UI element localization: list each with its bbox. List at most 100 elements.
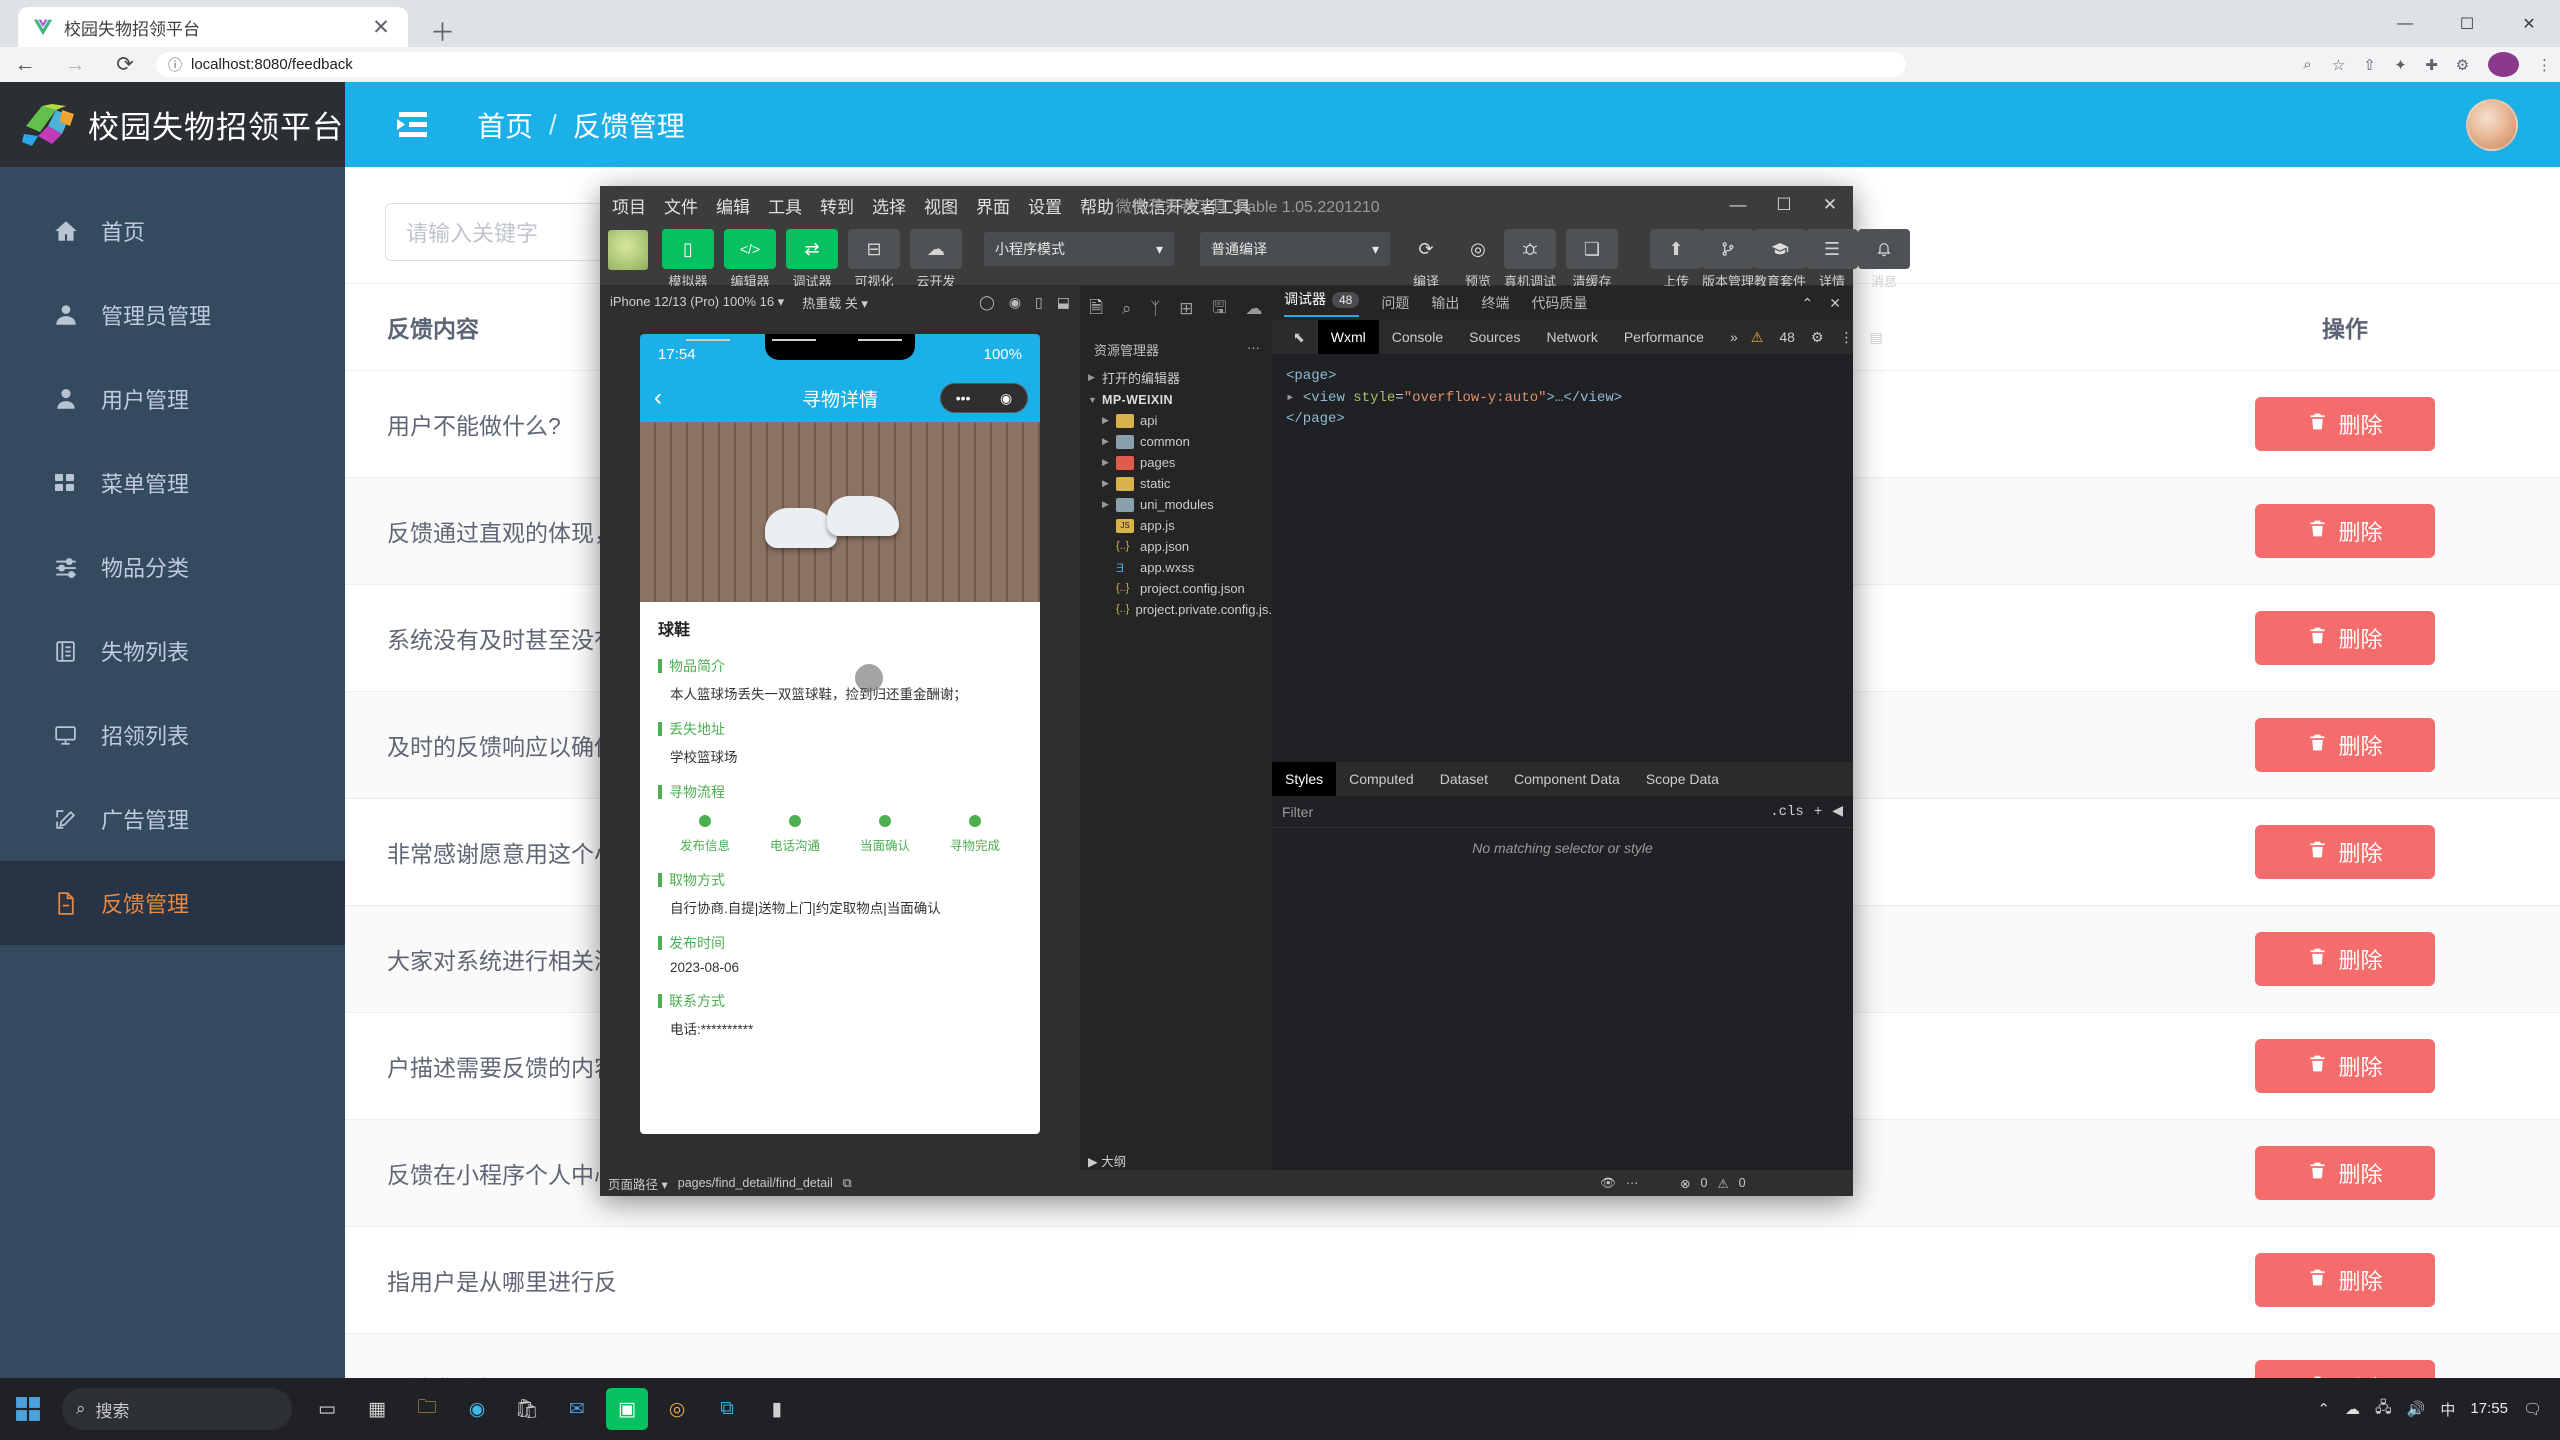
menu-project[interactable]: 项目 (612, 193, 646, 218)
mail-icon[interactable]: ✉ (556, 1388, 598, 1430)
tree-item-pages[interactable]: ▶ pages (1080, 452, 1272, 473)
delete-button[interactable]: 删除 (2255, 1146, 2435, 1200)
tab-performance[interactable]: Performance (1611, 320, 1717, 354)
action-real-device-debug[interactable]: 真机调试 (1504, 229, 1556, 290)
dock-icon[interactable]: ▤ (1869, 329, 1882, 346)
source-control-icon[interactable]: ᛉ (1150, 299, 1160, 319)
tab-dataset[interactable]: Dataset (1427, 762, 1501, 796)
forward-icon[interactable]: → (50, 53, 100, 77)
action-version-control[interactable]: 版本管理 (1702, 229, 1754, 290)
taskbar-search[interactable]: ⌕ 搜索 (62, 1388, 292, 1430)
search-icon[interactable]: ⌕ (1122, 299, 1132, 319)
delete-button[interactable]: 删除 (2255, 504, 2435, 558)
translate-icon[interactable]: ✦ (2385, 56, 2416, 74)
panel-toggle-icon[interactable]: ◀ (1832, 803, 1843, 820)
tree-item-project-config[interactable]: {..} project.config.json (1080, 578, 1272, 599)
tab-console[interactable]: Console (1379, 320, 1456, 354)
tab-component-data[interactable]: Component Data (1501, 762, 1633, 796)
wxml-code-view[interactable]: <page> ▸ <view style="overflow-y:auto">…… (1272, 354, 1853, 443)
error-icon[interactable]: ⊗ (1680, 1176, 1690, 1191)
record-icon[interactable]: ◉ (1009, 294, 1021, 311)
explorer-icon[interactable]: 🗀 (406, 1388, 448, 1430)
start-button[interactable] (0, 1396, 56, 1422)
devtools-tool-debugger[interactable]: ⇄ 调试器 (786, 229, 838, 290)
zoom-icon[interactable]: ⌕ (2292, 56, 2323, 73)
action-details[interactable]: ☰ 详情 (1806, 229, 1858, 290)
chevron-up-icon[interactable]: ⌃ (2317, 1400, 2330, 1418)
devtools-close-button[interactable]: ✕ (1807, 186, 1853, 224)
cls-button[interactable]: .cls (1770, 804, 1804, 820)
site-info-icon[interactable]: ⓘ (168, 55, 182, 75)
devtools-tool-simulator[interactable]: ▯ 模拟器 (662, 229, 714, 290)
menu-edit[interactable]: 编辑 (716, 193, 750, 218)
inspect-icon[interactable]: ⬉ (1280, 320, 1318, 354)
cloud-icon[interactable]: ☁ (2345, 1400, 2360, 1418)
ime-icon[interactable]: 中 (2440, 1399, 2455, 1420)
sidebar-item-menus[interactable]: 菜单管理 (0, 441, 345, 525)
tree-item-project-private-config[interactable]: {..} project.private.config.js... (1080, 599, 1279, 620)
widgets-icon[interactable]: ▦ (356, 1388, 398, 1430)
sidebar-item-users[interactable]: 用户管理 (0, 357, 345, 441)
devtools-user-avatar[interactable] (608, 230, 648, 270)
tree-item-app-wxss[interactable]: Ǝ app.wxss (1080, 557, 1272, 578)
tree-item-app-json[interactable]: {..} app.json (1080, 536, 1272, 557)
vscode-icon[interactable]: ⧉ (706, 1388, 748, 1430)
devtools-maximize-button[interactable]: ☐ (1761, 186, 1807, 224)
delete-button[interactable]: 删除 (2255, 932, 2435, 986)
tab-debugger[interactable]: 调试器 48 (1284, 289, 1360, 317)
brand-logo[interactable]: 校园失物招领平台 (0, 82, 345, 167)
terminal-icon[interactable]: ▮ (756, 1388, 798, 1430)
devtools-minimize-button[interactable]: — (1715, 186, 1761, 224)
tab-code-quality[interactable]: 代码质量 (1531, 293, 1587, 313)
share-icon[interactable]: ⇧ (2354, 56, 2385, 74)
menu-select[interactable]: 选择 (872, 193, 906, 218)
task-view-icon[interactable]: ▭ (306, 1388, 348, 1430)
rotate-icon[interactable]: ▯ (1035, 294, 1043, 311)
extensions-icon[interactable]: ⊞ (1179, 299, 1193, 319)
device-select[interactable]: iPhone 12/13 (Pro) 100% 16 ▾ (610, 294, 784, 310)
devtools-tool-visual[interactable]: ⊟ 可视化 (848, 229, 900, 290)
tab-output[interactable]: 输出 (1431, 293, 1459, 313)
browser-maximize-button[interactable]: ☐ (2436, 14, 2498, 34)
sidebar-item-admins[interactable]: 管理员管理 (0, 273, 345, 357)
project-root-row[interactable]: ▼ MP-WEIXIN (1080, 390, 1272, 410)
save-icon[interactable]: 🖫 (1212, 295, 1226, 324)
address-bar[interactable]: ⓘ localhost:8080/feedback (156, 52, 1906, 77)
tab-problems[interactable]: 问题 (1381, 293, 1409, 313)
volume-icon[interactable]: 🔊 (2407, 1400, 2426, 1418)
chevron-left-icon[interactable]: ‹ (654, 384, 662, 412)
sidebar-item-feedback[interactable]: 反馈管理 (0, 861, 345, 945)
reload-icon[interactable]: ⟳ (100, 52, 150, 77)
hot-reload-select[interactable]: 热重载 关 ▾ (802, 293, 868, 312)
table-row[interactable]: 指用户是从哪里进行反 删除 (345, 1226, 2560, 1334)
menu-goto[interactable]: 转到 (820, 193, 854, 218)
sidebar-item-lost-list[interactable]: 失物列表 (0, 609, 345, 693)
sidebar-item-categories[interactable]: 物品分类 (0, 525, 345, 609)
tab-scope-data[interactable]: Scope Data (1633, 762, 1732, 796)
profile-avatar[interactable] (2488, 52, 2519, 77)
delete-button[interactable]: 删除 (2255, 397, 2435, 451)
files-icon[interactable]: 🗎 (1089, 295, 1103, 324)
more-icon[interactable]: ··· (1247, 340, 1260, 359)
extension-icon[interactable]: ✚ (2416, 56, 2447, 74)
delete-button[interactable]: 删除 (2255, 825, 2435, 879)
menu-tools[interactable]: 工具 (768, 193, 802, 218)
new-tab-button[interactable]: ＋ (430, 13, 455, 49)
breadcrumb-home[interactable]: 首页 (477, 105, 533, 145)
delete-button[interactable]: 删除 (2255, 718, 2435, 772)
screenshot-icon[interactable]: ⬓ (1057, 294, 1070, 311)
debug-console-icon[interactable]: ☁ (1246, 299, 1263, 319)
sidebar-item-home[interactable]: 首页 (0, 189, 345, 273)
tree-item-uni-modules[interactable]: ▶ uni_modules (1080, 494, 1272, 515)
copy-icon[interactable]: ⧉ (843, 1176, 852, 1191)
menu-help[interactable]: 帮助 (1080, 193, 1114, 218)
devtools-tool-editor[interactable]: </> 编辑器 (724, 229, 776, 290)
tab-close-icon[interactable]: ✕ (368, 17, 394, 38)
tree-item-static[interactable]: ▶ static (1080, 473, 1272, 494)
back-icon[interactable]: ← (0, 53, 50, 77)
tab-wxml[interactable]: Wxml (1317, 320, 1379, 354)
edge-icon[interactable]: ◉ (456, 1388, 498, 1430)
menu-settings[interactable]: 设置 (1028, 193, 1062, 218)
bookmark-icon[interactable]: ☆ (2323, 56, 2354, 74)
gear-icon[interactable]: ⚙ (1811, 329, 1824, 346)
